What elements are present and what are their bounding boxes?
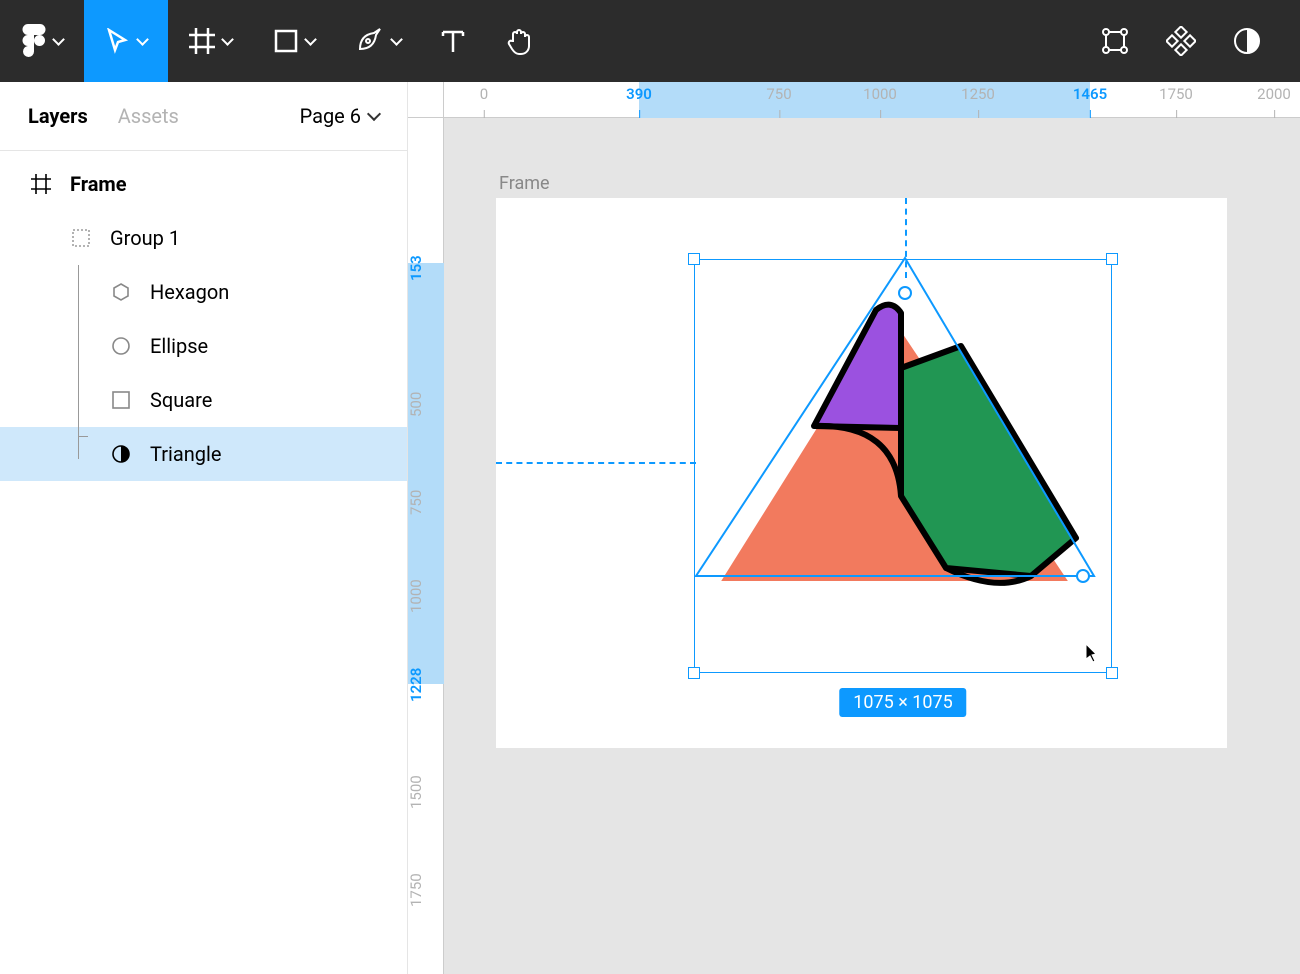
selection-handle-se[interactable] <box>1106 667 1118 679</box>
toolbar <box>0 0 1300 82</box>
selection-handle-sw[interactable] <box>688 667 700 679</box>
ruler-tick: 750 <box>766 85 791 103</box>
cursor-icon <box>106 28 130 54</box>
figma-logo-icon <box>22 24 46 58</box>
ruler-tick: 1465 <box>1073 85 1107 103</box>
hexagon-icon <box>108 279 134 305</box>
layer-hexagon[interactable]: Hexagon <box>0 265 407 319</box>
dimensions-badge: 1075 × 1075 <box>839 688 966 717</box>
tab-assets[interactable]: Assets <box>118 104 179 128</box>
mask-tool[interactable] <box>1214 0 1280 82</box>
layers-panel: Layers Assets Page 6 Frame Group 1 <box>0 82 408 974</box>
ruler-corner <box>408 82 444 118</box>
ruler-vertical[interactable]: 153 500 750 1000 1228 1500 1750 <box>408 118 444 974</box>
viewport[interactable]: Frame <box>444 118 1300 974</box>
diamond-grid-icon <box>1166 26 1196 56</box>
move-tool[interactable] <box>84 0 168 82</box>
ruler-tick: 1228 <box>407 668 425 702</box>
page-selector-label: Page 6 <box>300 104 361 128</box>
layer-label: Group 1 <box>110 226 180 250</box>
page-selector[interactable]: Page 6 <box>300 104 379 128</box>
figma-menu[interactable] <box>0 0 84 82</box>
layer-label: Square <box>150 388 212 412</box>
half-circle-icon <box>108 441 134 467</box>
ruler-tick: 2000 <box>1257 85 1291 103</box>
layer-ellipse[interactable]: Ellipse <box>0 319 407 373</box>
hand-icon <box>504 26 534 56</box>
text-icon <box>440 28 466 54</box>
ruler-tick: 1500 <box>407 775 425 809</box>
rectangle-icon <box>274 29 298 53</box>
ruler-tick: 1000 <box>863 85 897 103</box>
layer-square[interactable]: Square <box>0 373 407 427</box>
layer-label: Hexagon <box>150 280 229 304</box>
layer-label: Frame <box>70 172 127 196</box>
layer-triangle[interactable]: Triangle <box>0 427 407 481</box>
chevron-down-icon <box>367 107 381 121</box>
cursor-icon <box>1084 643 1100 668</box>
square-icon <box>108 387 134 413</box>
layer-label: Triangle <box>150 442 221 466</box>
ruler-tick: 390 <box>626 85 652 103</box>
bbox-icon <box>1100 26 1130 56</box>
ruler-horizontal[interactable]: 0 390 750 1000 1250 1465 1750 2000 <box>444 82 1300 118</box>
frame-artboard[interactable]: 1075 × 1075 <box>496 198 1227 748</box>
layer-frame[interactable]: Frame <box>0 157 407 211</box>
ruler-tick: 153 <box>407 255 425 281</box>
half-circle-icon <box>1233 27 1261 55</box>
canvas[interactable]: 0 390 750 1000 1250 1465 1750 2000 153 500 750 100… <box>408 82 1300 974</box>
ellipse-icon <box>108 333 134 359</box>
frame-label[interactable]: Frame <box>499 173 550 194</box>
pen-tool[interactable] <box>336 0 420 82</box>
layer-group[interactable]: Group 1 <box>0 211 407 265</box>
selection-handle-ne[interactable] <box>1106 253 1118 265</box>
frame-tool[interactable] <box>168 0 252 82</box>
tab-layers[interactable]: Layers <box>28 104 88 128</box>
bounding-box-tool[interactable] <box>1082 0 1148 82</box>
frame-icon <box>28 171 54 197</box>
ruler-tick: 1000 <box>407 579 425 613</box>
group-icon <box>68 225 94 251</box>
ruler-tick: 1750 <box>1159 85 1193 103</box>
ruler-tick: 750 <box>407 490 425 515</box>
selection-handle-nw[interactable] <box>688 253 700 265</box>
text-tool[interactable] <box>420 0 486 82</box>
layer-list: Frame Group 1 Hexagon Ellipse <box>0 151 407 481</box>
ruler-tick: 1250 <box>961 85 995 103</box>
ruler-tick: 500 <box>407 392 425 417</box>
hand-tool[interactable] <box>486 0 552 82</box>
selection-box[interactable] <box>694 259 1112 673</box>
layer-label: Ellipse <box>150 334 208 358</box>
ruler-tick: 0 <box>480 85 488 103</box>
pen-icon <box>356 27 384 55</box>
shape-tool[interactable] <box>252 0 336 82</box>
components-tool[interactable] <box>1148 0 1214 82</box>
frame-icon <box>189 28 215 54</box>
ruler-tick: 1750 <box>407 873 425 907</box>
